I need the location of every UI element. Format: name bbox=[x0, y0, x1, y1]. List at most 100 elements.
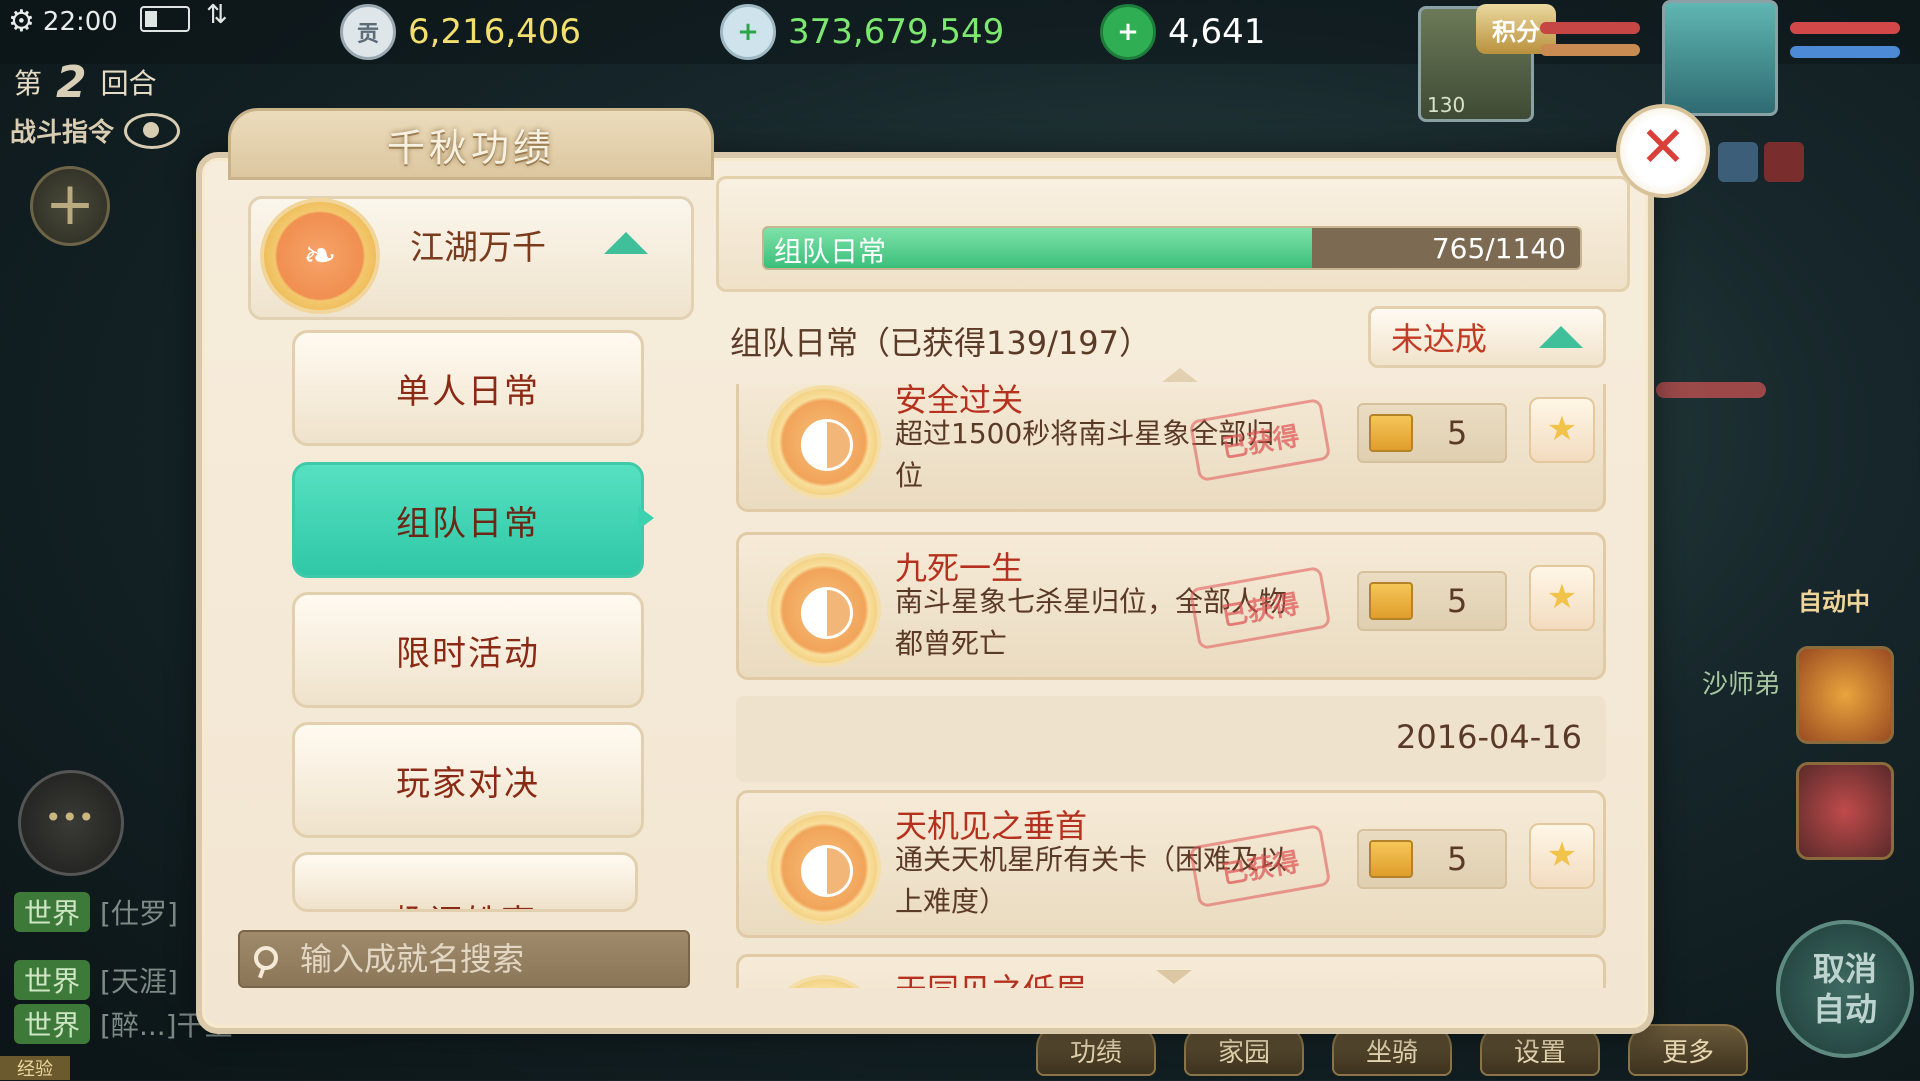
claim-star-icon[interactable]: ★ bbox=[1529, 397, 1595, 463]
battle-command-toggle[interactable]: 战斗指令 bbox=[10, 112, 181, 149]
jade-icon[interactable]: + bbox=[1100, 4, 1156, 60]
progress-value: 765/1140 bbox=[1431, 232, 1566, 265]
player-hp-bar bbox=[1790, 22, 1900, 34]
close-icon: ✕ bbox=[1639, 115, 1687, 180]
add-button[interactable]: + bbox=[30, 166, 110, 246]
currency-jade-value: 4,641 bbox=[1168, 12, 1266, 52]
sub-item-label: 趣闻轶事 bbox=[393, 895, 537, 909]
obtained-stamp: 已获得 bbox=[1188, 565, 1332, 651]
category-medal-icon: ❧ bbox=[260, 198, 380, 314]
scroll-up-hint-icon bbox=[1162, 368, 1198, 382]
reward-value: 5 bbox=[1447, 582, 1468, 620]
date-text: 2016-04-16 bbox=[1396, 718, 1582, 756]
section-title: 组队日常（已获得139/197） bbox=[730, 324, 1151, 362]
reward-value: 5 bbox=[1447, 414, 1468, 452]
chat-text: [天涯] bbox=[100, 965, 178, 998]
sub-item-label: 限时活动 bbox=[396, 633, 540, 674]
sub-item-team-daily[interactable]: 组队日常 bbox=[292, 462, 644, 578]
reward-box: 5 bbox=[1357, 829, 1507, 889]
score-badge-label: 积分 bbox=[1492, 17, 1540, 46]
claim-star-icon[interactable]: ★ bbox=[1529, 565, 1595, 631]
sub-item-solo-daily[interactable]: 单人日常 bbox=[292, 330, 644, 446]
claim-star-icon[interactable]: ★ bbox=[1529, 823, 1595, 889]
chevron-up-icon bbox=[1539, 326, 1583, 348]
chat-text: [仕罗] bbox=[100, 897, 178, 930]
category-label: 江湖万千 bbox=[410, 228, 546, 268]
scroll-down-hint-icon bbox=[1156, 970, 1192, 984]
player-mp-bar bbox=[1790, 46, 1900, 58]
currency-jade: + 4,641 bbox=[1100, 4, 1266, 60]
enemy-hp-bar bbox=[1656, 382, 1766, 398]
cancel-auto-button[interactable]: 取消自动 bbox=[1776, 920, 1914, 1058]
battery-icon bbox=[140, 6, 190, 32]
obtained-stamp: 已获得 bbox=[1188, 397, 1332, 483]
round-indicator: 第 2 回合 bbox=[6, 54, 224, 110]
pet-mp-bar bbox=[1540, 44, 1640, 56]
reward-value: 5 bbox=[1447, 840, 1468, 878]
potion-slot-icon[interactable] bbox=[1718, 142, 1758, 182]
sub-item-pvp[interactable]: 玩家对决 bbox=[292, 722, 644, 838]
chat-button[interactable] bbox=[18, 770, 124, 876]
achievement-card[interactable]: 九死一生 南斗星象七杀星归位，全部人物都曾死亡 已获得 5 ★ bbox=[736, 532, 1606, 680]
active-indicator-arrow-icon bbox=[638, 506, 654, 530]
bottom-button-more[interactable]: 更多 bbox=[1628, 1024, 1748, 1076]
panel-title-tab: 千秋功绩 bbox=[228, 108, 714, 180]
chat-channel-tag: 世界 bbox=[14, 892, 91, 932]
reward-box: 5 bbox=[1357, 403, 1507, 463]
sub-item-limited-event[interactable]: 限时活动 bbox=[292, 592, 644, 708]
date-separator: 2016-04-16 bbox=[736, 696, 1606, 782]
scroll-icon bbox=[1369, 414, 1413, 452]
gear-icon[interactable]: ⚙ bbox=[8, 4, 35, 39]
status-clock: ⚙ 22:00 bbox=[8, 4, 118, 39]
obtained-stamp: 已获得 bbox=[1188, 823, 1332, 909]
achievement-card[interactable]: 安全过关 超过1500秒将南斗星象全部归位 已获得 5 ★ bbox=[736, 384, 1606, 512]
taiji-medal-icon bbox=[767, 975, 881, 988]
attack-skill-button[interactable] bbox=[1796, 646, 1894, 744]
search-input[interactable] bbox=[298, 939, 662, 979]
clock-time: 22:00 bbox=[42, 6, 118, 37]
panel-title: 千秋功绩 bbox=[386, 125, 555, 170]
achievement-card[interactable]: 天机见之垂首 通关天机星所有关卡（困难及以上难度） 已获得 5 ★ bbox=[736, 790, 1606, 938]
progress-name: 组队日常 bbox=[774, 235, 887, 268]
buff-slot-icon[interactable] bbox=[1764, 142, 1804, 182]
pet-hp-bar bbox=[1540, 22, 1640, 34]
eye-icon bbox=[124, 112, 181, 149]
npc-name: 沙师弟 bbox=[1702, 670, 1781, 700]
cancel-auto-label: 取消自动 bbox=[1812, 950, 1877, 1028]
round-number: 2 bbox=[56, 56, 87, 108]
chat-channel-tag: 世界 bbox=[14, 960, 91, 1000]
scroll-icon bbox=[1369, 582, 1413, 620]
auto-mode-label: 自动中 bbox=[1798, 588, 1870, 616]
taiji-medal-icon bbox=[767, 811, 881, 925]
sub-item-label: 组队日常 bbox=[396, 503, 540, 544]
taiji-medal-icon bbox=[767, 553, 881, 667]
currency-silver-value: 373,679,549 bbox=[788, 12, 1005, 52]
silver-ingot-icon[interactable]: + bbox=[720, 4, 776, 60]
chat-line[interactable]: 世界 [仕罗] bbox=[14, 892, 178, 932]
reward-box: 5 bbox=[1357, 571, 1507, 631]
status-filter-label: 未达成 bbox=[1391, 320, 1488, 358]
currency-tribute-value: 6,216,406 bbox=[408, 12, 582, 52]
exp-label: 经验 bbox=[0, 1056, 70, 1080]
status-filter-dropdown[interactable]: 未达成 bbox=[1368, 306, 1606, 368]
round-suffix: 回合 bbox=[100, 67, 157, 100]
currency-silver: + 373,679,549 bbox=[720, 4, 1005, 60]
sub-item-label: 单人日常 bbox=[396, 371, 540, 412]
chevron-up-icon[interactable] bbox=[604, 232, 648, 254]
pet-level: 130 bbox=[1427, 93, 1466, 117]
scroll-icon bbox=[1369, 840, 1413, 878]
network-arrows-icon: ⇅ bbox=[206, 0, 228, 30]
currency-tribute: 贡 6,216,406 bbox=[340, 4, 582, 60]
sub-item-label: 玩家对决 bbox=[396, 763, 540, 804]
search-icon bbox=[254, 946, 280, 972]
close-button[interactable]: ✕ bbox=[1616, 104, 1710, 198]
sub-item-anecdotes[interactable]: 趣闻轶事 bbox=[292, 852, 638, 912]
chat-channel-tag: 世界 bbox=[14, 1004, 91, 1044]
round-prefix: 第 bbox=[14, 67, 43, 100]
defend-skill-button[interactable] bbox=[1796, 762, 1894, 860]
search-box[interactable] bbox=[238, 930, 690, 988]
battle-command-label: 战斗指令 bbox=[10, 118, 115, 148]
player-portrait[interactable] bbox=[1662, 0, 1778, 116]
chat-line[interactable]: 世界 [天涯] bbox=[14, 960, 178, 1000]
achievement-list[interactable]: 安全过关 超过1500秒将南斗星象全部归位 已获得 5 ★ 九死一生 南斗星象七… bbox=[736, 384, 1608, 988]
